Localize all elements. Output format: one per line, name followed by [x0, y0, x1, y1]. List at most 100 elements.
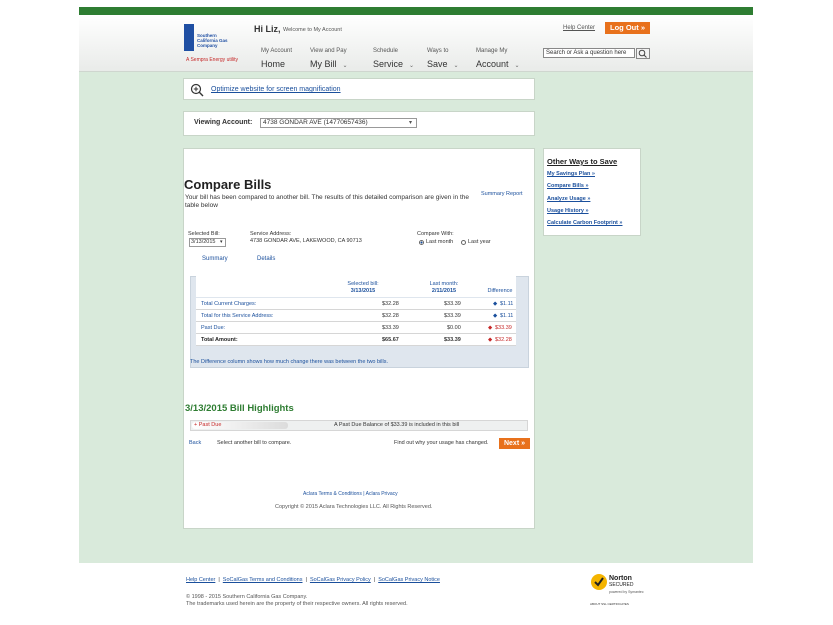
row-selected-value: $32.28: [382, 313, 399, 319]
table-row: Total Current Charges: $32.28 $33.39 ◆ $…: [196, 298, 516, 310]
viewing-account-label: Viewing Account:: [194, 119, 253, 126]
logo-text: Southern California Gas Company: [197, 33, 228, 48]
header-difference: Difference: [487, 288, 513, 294]
search-button[interactable]: [636, 48, 650, 59]
nav-account[interactable]: Manage My Account ⌄: [476, 48, 520, 72]
row-last-value: $33.39: [444, 313, 461, 319]
nav-home[interactable]: My Account Home: [261, 48, 292, 72]
radio-last-month-label: Last month: [426, 239, 454, 245]
help-center-link[interactable]: Help Center: [563, 25, 595, 31]
table-row: Total Amount: $65.67 $33.39 ◆ $32.28: [196, 334, 516, 346]
search-icon: [638, 49, 647, 58]
chevron-down-icon: ▾: [220, 239, 223, 245]
aclara-separator: |: [363, 491, 365, 497]
summary-report-link[interactable]: Summary Report: [481, 191, 523, 197]
footer-copyright: © 1998 - 2015 Southern California Gas Co…: [186, 594, 308, 600]
link-compare-bills[interactable]: Compare Bills »: [547, 183, 589, 189]
aclara-copyright: Copyright © 2015 Aclara Technologies LLC…: [275, 504, 433, 510]
select-another-text: Select another bill to compare.: [217, 440, 292, 446]
next-button[interactable]: Next »: [499, 438, 530, 449]
header-selected-line1: Selected bill:: [347, 281, 379, 287]
row-last-value: $33.39: [444, 337, 461, 343]
header-selected-bill: Selected bill: 3/13/2015: [338, 281, 388, 295]
nav-service-small: Schedule: [373, 48, 399, 54]
row-last-value: $0.00: [447, 325, 461, 331]
footer-separator: |: [305, 577, 307, 583]
chevron-down-icon: ⌄: [453, 63, 459, 69]
nav-save[interactable]: Ways to Save ⌄: [427, 48, 459, 72]
highlight-text: A Past Due Balance of $33.39 is included…: [334, 422, 460, 428]
compare-description: Your bill has been compared to another b…: [185, 194, 470, 209]
selected-bill-label: Selected Bill:: [188, 231, 220, 237]
row-difference-value: $33.39: [495, 325, 512, 331]
arrow-down-icon: ◆: [493, 313, 498, 319]
row-difference-value: $1.11: [500, 301, 514, 307]
table-row: Past Due: $33.39 $0.00 ◆ $33.39: [196, 322, 516, 334]
nav-save-label: Save: [427, 59, 448, 69]
row-label: Total Current Charges:: [201, 301, 257, 307]
arrow-up-icon: ◆: [488, 337, 493, 343]
back-link[interactable]: Back: [189, 440, 201, 446]
aclara-terms-link[interactable]: Aclara Terms & Conditions: [303, 491, 362, 497]
radio-last-year-label: Last year: [468, 239, 491, 245]
header-last-line2: 2/11/2015: [431, 288, 457, 294]
row-label: Past Due:: [201, 325, 226, 331]
highlights-title: 3/13/2015 Bill Highlights: [185, 403, 294, 414]
radio-last-year[interactable]: [461, 240, 466, 245]
other-ways-title: Other Ways to Save: [547, 157, 618, 166]
logout-button[interactable]: Log Out »: [605, 22, 650, 34]
norton-title: Norton: [609, 575, 632, 582]
footer-trademarks: The trademarks used herein are the prope…: [186, 601, 408, 607]
magnify-plus-icon[interactable]: [190, 83, 204, 97]
chevron-down-icon: ▾: [409, 120, 413, 126]
radio-last-month[interactable]: [419, 240, 424, 245]
nav-my-bill-label: My Bill: [310, 59, 337, 69]
footer-terms-link[interactable]: SoCalGas Terms and Conditions: [223, 577, 303, 583]
link-usage-history[interactable]: Usage History »: [547, 208, 589, 214]
norton-badge[interactable]: Norton SECURED: [609, 575, 633, 589]
nav-save-small: Ways to: [427, 48, 449, 54]
chevron-down-icon: ⌄: [342, 63, 348, 69]
norton-about-link[interactable]: ABOUT SSL CERTIFICATES: [590, 602, 629, 606]
row-last-value: $33.39: [444, 301, 461, 307]
socalgas-logo-icon[interactable]: [184, 24, 194, 51]
tab-summary[interactable]: Summary: [202, 256, 228, 262]
nav-account-label: Account: [476, 59, 509, 69]
header-selected-line2: 3/13/2015: [350, 288, 376, 294]
row-selected-value: $33.39: [382, 325, 399, 331]
service-address-label: Service Address:: [250, 231, 292, 237]
difference-note: The Difference column shows how much cha…: [190, 359, 389, 365]
highlight-label-text: Past Due: [198, 422, 222, 428]
optimize-link[interactable]: Optimize website for screen magnificatio…: [211, 86, 341, 93]
greeting-subtitle: Welcome to My Account: [283, 27, 342, 33]
highlight-label: + Past Due: [194, 422, 221, 428]
arrow-down-icon: ◆: [493, 301, 498, 307]
footer-privacy-policy-link[interactable]: SoCalGas Privacy Policy: [310, 577, 371, 583]
footer-separator: |: [218, 577, 220, 583]
header-last-line1: Last month:: [429, 281, 459, 287]
link-analyze-usage[interactable]: Analyze Usage »: [547, 196, 590, 202]
nav-home-label: Home: [261, 59, 286, 69]
link-carbon-footprint[interactable]: Calculate Carbon Footprint »: [547, 220, 622, 226]
aclara-privacy-link[interactable]: Aclara Privacy: [366, 491, 398, 497]
row-label: Total Amount:: [201, 337, 238, 343]
footer-privacy-notice-link[interactable]: SoCalGas Privacy Notice: [378, 577, 440, 583]
link-my-savings-plan[interactable]: My Savings Plan »: [547, 171, 595, 177]
search-input[interactable]: Search or Ask a question here: [543, 48, 635, 58]
find-out-text: Find out why your usage has changed.: [394, 440, 489, 446]
nav-service[interactable]: Schedule Service ⌄: [373, 48, 414, 72]
footer-separator: |: [373, 577, 376, 583]
tab-details[interactable]: Details: [257, 256, 275, 262]
account-select[interactable]: 4738 GONDAR AVE (14770657436): [260, 118, 417, 128]
sempra-logo-text: A Sempra Energy utility: [186, 57, 238, 63]
norton-check-icon[interactable]: [591, 574, 607, 590]
row-label: Total for this Service Address:: [201, 313, 274, 319]
footer-help-center-link[interactable]: Help Center: [186, 577, 215, 583]
compare-with-label: Compare With:: [417, 231, 454, 237]
row-selected-value: $65.67: [382, 337, 399, 343]
greeting-name: Hi Liz,: [254, 24, 281, 34]
table-row: Total for this Service Address: $32.28 $…: [196, 310, 516, 322]
chevron-down-icon: ⌄: [409, 63, 415, 69]
nav-my-bill[interactable]: View and Pay My Bill ⌄: [310, 48, 348, 72]
nav-my-bill-small: View and Pay: [310, 48, 347, 54]
